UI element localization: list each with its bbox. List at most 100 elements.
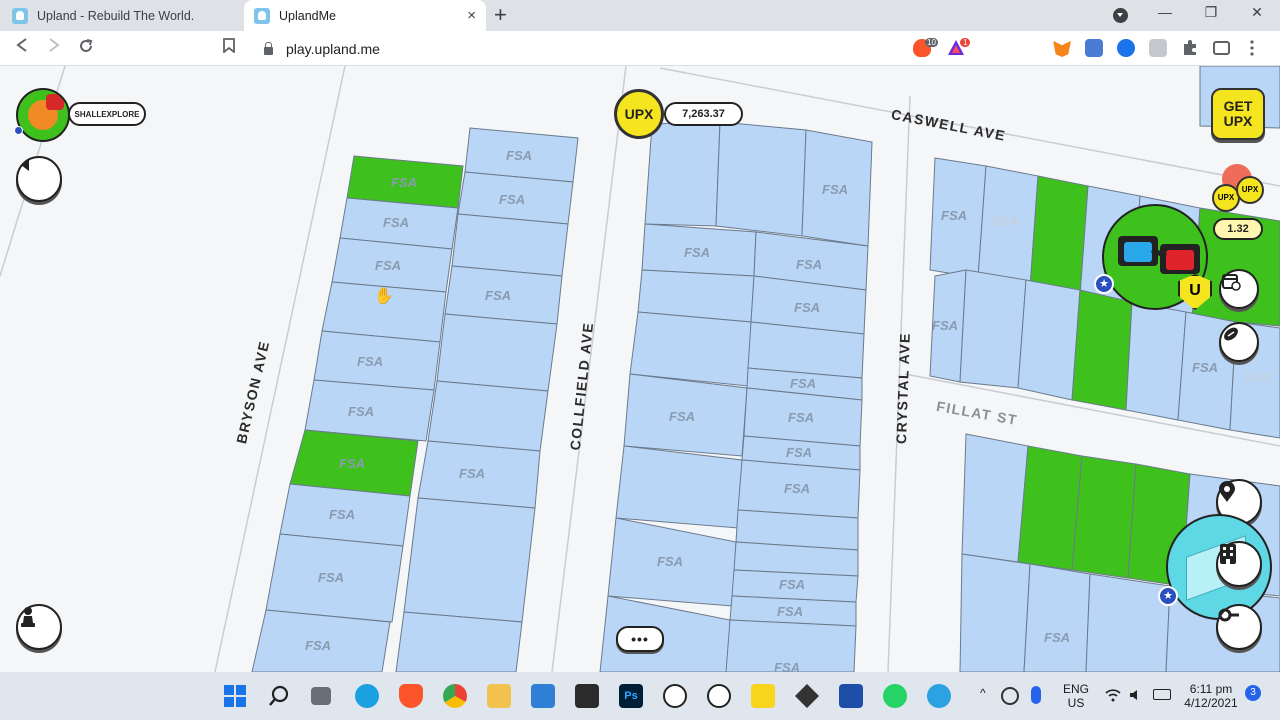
football-icon: [1224, 327, 1238, 341]
tab-search-icon[interactable]: [1113, 8, 1128, 23]
brave-badge: 10: [925, 38, 938, 47]
search-icon[interactable]: [267, 684, 291, 708]
property-star-icon: ★: [1158, 586, 1178, 606]
photos-icon[interactable]: [839, 684, 863, 708]
wallet-icon[interactable]: [1213, 41, 1230, 55]
forward-icon[interactable]: [44, 38, 64, 56]
davinci-icon[interactable]: [575, 684, 599, 708]
parcel-label: FSA: [305, 638, 331, 653]
get-upx-button[interactable]: GET UPX: [1211, 88, 1265, 140]
upland-favicon-icon: [12, 7, 28, 24]
menu-kebab-icon[interactable]: [1249, 39, 1255, 57]
microphone-icon[interactable]: [1031, 686, 1041, 704]
upx-balance[interactable]: 7,263.37: [664, 102, 743, 126]
close-tab-icon[interactable]: ×: [467, 7, 476, 24]
clock[interactable]: 6:11 pm 4/12/2021: [1181, 682, 1241, 710]
play-left-icon: [21, 159, 29, 171]
restore-button[interactable]: ❐: [1199, 4, 1223, 21]
translate-icon[interactable]: [1085, 39, 1103, 57]
parcel-label: FSA: [459, 466, 485, 481]
wifi-icon[interactable]: [1105, 688, 1121, 702]
brave-taskbar-icon[interactable]: [399, 684, 423, 708]
lock-icon: [264, 41, 273, 55]
sticky-notes-icon[interactable]: [751, 684, 775, 708]
sports-button[interactable]: [1219, 322, 1259, 362]
notification-count-badge[interactable]: 3: [1245, 685, 1261, 701]
parcel-label: FSA: [932, 318, 958, 333]
speaker-icon[interactable]: [1129, 688, 1143, 702]
parcel-label: FSA: [1192, 360, 1218, 375]
tray-chevron-icon[interactable]: ^: [980, 686, 986, 700]
player-username[interactable]: SHALLEXPLORE: [68, 102, 146, 126]
parcel-label: FSA: [1044, 630, 1070, 645]
chrome-icon[interactable]: [443, 684, 467, 708]
rewards-badge: 1: [960, 38, 971, 47]
parcel-label: FSA: [669, 409, 695, 424]
buildings-button[interactable]: [1216, 541, 1262, 587]
battery-icon[interactable]: [1153, 689, 1171, 700]
tab-upland-home[interactable]: Upland - Rebuild The World.: [2, 0, 242, 31]
close-window-button[interactable]: ✕: [1245, 4, 1269, 21]
upland-favicon-icon: [254, 7, 270, 24]
inkscape-icon[interactable]: [795, 684, 819, 708]
reload-icon[interactable]: [76, 38, 96, 58]
parcel-label: FSA: [784, 481, 810, 496]
get-upx-line2: UPX: [1223, 113, 1253, 129]
parcel-label: FSA: [506, 148, 532, 163]
search-key-icon: [1218, 608, 1239, 622]
map-pin-icon: [1219, 481, 1235, 502]
earnings-multiplier[interactable]: 1.32: [1213, 218, 1263, 240]
telegram-icon[interactable]: [927, 684, 951, 708]
minimize-button[interactable]: —: [1153, 4, 1177, 20]
whatsapp-icon[interactable]: [883, 684, 907, 708]
task-view-icon[interactable]: [311, 687, 331, 705]
parcel-label: FSA: [992, 214, 1018, 229]
obs-icon[interactable]: [707, 684, 731, 708]
player-avatar[interactable]: [16, 88, 70, 142]
media-extension-icon[interactable]: [1117, 39, 1135, 57]
more-options-button[interactable]: •••: [616, 626, 664, 652]
language-indicator[interactable]: ENG US: [1058, 682, 1094, 710]
edge-icon[interactable]: [355, 684, 379, 708]
clock-date: 4/12/2021: [1184, 696, 1238, 710]
back-icon[interactable]: [12, 38, 32, 56]
map-parcels-layer[interactable]: FSA FSA FSA FSA FSA FSA FSA FSA FSA FSA …: [0, 66, 1280, 672]
visitor-star-icon: ★: [1094, 274, 1114, 294]
url-text[interactable]: play.upland.me: [286, 41, 380, 57]
tab-uplandme[interactable]: UplandMe ×: [244, 0, 486, 31]
parcel-label: FSA: [822, 182, 848, 197]
coin-stack-icon[interactable]: UPX UPX: [1212, 164, 1268, 216]
metamask-icon[interactable]: [1053, 40, 1071, 57]
calendar-button[interactable]: [1219, 269, 1259, 309]
search-button[interactable]: [1216, 604, 1262, 650]
game-map[interactable]: FSA FSA FSA FSA FSA FSA FSA FSA FSA FSA …: [0, 66, 1280, 672]
browser-toolbar: play.upland.me 10 1: [0, 31, 1280, 66]
parcel-label: FSA: [375, 258, 401, 273]
back-arrow-button[interactable]: [16, 156, 62, 202]
tab-title: Upland - Rebuild The World.: [37, 8, 195, 23]
puzzle-extensions-icon[interactable]: [1181, 39, 1199, 57]
mail-icon[interactable]: [531, 684, 555, 708]
extension-k-icon[interactable]: [1149, 39, 1167, 57]
parcel-label: FSA: [657, 554, 683, 569]
windows-start-icon[interactable]: [223, 684, 247, 708]
bookmark-icon[interactable]: [219, 38, 239, 57]
sync-icon[interactable]: [1001, 687, 1019, 705]
dell-icon[interactable]: [663, 684, 687, 708]
building-icon: [1220, 544, 1236, 564]
parcel-label: FSA: [383, 215, 409, 230]
parcel-label: FSA: [796, 257, 822, 272]
file-explorer-icon[interactable]: [487, 684, 511, 708]
clock-time: 6:11 pm: [1189, 682, 1233, 696]
pawn-button[interactable]: [16, 604, 62, 650]
new-tab-button[interactable]: +: [494, 3, 507, 27]
badge-star-icon: [14, 126, 23, 135]
parcel-label: FSA: [684, 245, 710, 260]
photoshop-icon[interactable]: Ps: [619, 684, 643, 708]
tab-title: UplandMe: [279, 8, 336, 23]
parcel-label: FSA: [941, 208, 967, 223]
parcel-label: FSA: [786, 445, 812, 460]
address-bar[interactable]: play.upland.me: [252, 34, 902, 63]
parcel-label: FSA: [777, 604, 803, 619]
parcel-label: FSA: [339, 456, 365, 471]
